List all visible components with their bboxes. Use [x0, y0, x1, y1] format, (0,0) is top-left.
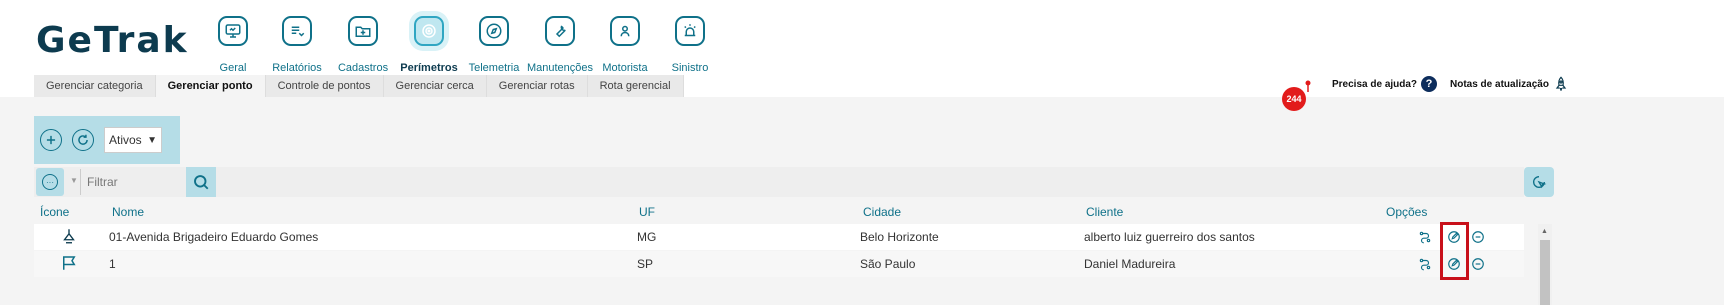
column-header-uf[interactable]: UF	[639, 205, 655, 219]
nav-label: Manutenções	[526, 62, 594, 74]
nav-item-perimetros[interactable]: Perímetros	[400, 16, 458, 74]
notification-badge[interactable]: 244	[1282, 87, 1306, 111]
nav-label: Geral	[219, 62, 247, 74]
chevron-down-icon: ▼	[147, 134, 157, 146]
help-label: Precisa de ajuda?	[1332, 78, 1418, 90]
table-row[interactable]: 1 SP São Paulo Daniel Madureira	[34, 251, 1524, 277]
more-icon: ···	[42, 174, 58, 190]
column-header-city[interactable]: Cidade	[863, 205, 901, 219]
status-select-value: Ativos	[109, 133, 142, 147]
question-icon: ?	[1421, 76, 1438, 92]
cell-uf: SP	[637, 257, 654, 271]
cell-city: São Paulo	[860, 257, 916, 271]
add-button[interactable]	[40, 129, 62, 151]
nav-item-relatorios[interactable]: Relatórios	[272, 16, 322, 74]
plus-icon	[46, 135, 56, 145]
cell-name: 01-Avenida Brigadeiro Eduardo Gomes	[109, 230, 319, 244]
nav-label: Relatórios	[272, 62, 322, 74]
flag-icon	[63, 256, 76, 270]
nav-label: Telemetria	[468, 62, 520, 74]
refresh-icon	[78, 134, 88, 145]
nav-item-sinistro[interactable]: Sinistro	[671, 16, 709, 74]
filter-input[interactable]	[80, 169, 186, 195]
search-icon	[194, 175, 209, 190]
driver-icon	[610, 16, 640, 46]
link-point-button[interactable]	[1414, 253, 1436, 275]
tab-gerenciar-categoria[interactable]: Gerenciar categoria	[34, 75, 156, 97]
minus-circle-icon	[1472, 231, 1484, 243]
help-link[interactable]: Precisa de ajuda? ?	[1332, 76, 1438, 92]
refresh-button[interactable]	[72, 129, 94, 151]
cursor-reset-icon	[1533, 176, 1547, 189]
alarm-icon	[675, 16, 705, 46]
filter-bar: ··· ▼	[34, 167, 1524, 197]
pin-icon	[1305, 80, 1311, 92]
status-select[interactable]: Ativos ▼	[104, 127, 162, 153]
folder-add-icon	[348, 16, 378, 46]
deactivate-button[interactable]	[1467, 226, 1489, 248]
table-scrollbar[interactable]: ▲	[1538, 224, 1552, 305]
caret-down-icon[interactable]: ▼	[70, 176, 78, 185]
getrak-logo[interactable]: GeTrak	[36, 20, 189, 61]
minus-circle-icon	[1472, 258, 1484, 270]
updates-label: Notas de atualização	[1450, 78, 1549, 90]
tab-gerenciar-rotas[interactable]: Gerenciar rotas	[486, 75, 588, 97]
tab-rota-gerencial[interactable]: Rota gerencial	[587, 75, 684, 97]
route-icon	[1419, 258, 1431, 271]
rocket-icon	[1555, 76, 1567, 91]
tab-gerenciar-cerca[interactable]: Gerenciar cerca	[383, 75, 487, 97]
compass-icon	[479, 16, 509, 46]
nav-item-geral[interactable]: Geral	[216, 16, 250, 74]
nav-label: Cadastros	[337, 62, 389, 74]
nav-label: Sinistro	[671, 62, 709, 74]
deactivate-button[interactable]	[1467, 253, 1489, 275]
tab-gerenciar-ponto[interactable]: Gerenciar ponto	[155, 75, 266, 97]
column-header-name[interactable]: Nome	[112, 205, 144, 219]
nav-label: Perímetros	[400, 62, 458, 74]
sub-tabs: Gerenciar categoria Gerenciar ponto Cont…	[34, 75, 684, 97]
scrollbar-thumb[interactable]	[1540, 240, 1550, 305]
monitor-icon	[218, 16, 248, 46]
table-header: Ícone Nome UF Cidade Cliente Opções	[34, 201, 1554, 223]
column-header-options: Opções	[1386, 205, 1428, 219]
updates-link[interactable]: Notas de atualização	[1450, 76, 1569, 92]
cell-client: alberto luiz guerreiro dos santos	[1084, 230, 1255, 244]
cell-client: Daniel Madureira	[1084, 257, 1176, 271]
table-row[interactable]: 01-Avenida Brigadeiro Eduardo Gomes MG B…	[34, 224, 1524, 250]
cell-name: 1	[109, 257, 116, 271]
tab-controle-de-pontos[interactable]: Controle de pontos	[265, 75, 384, 97]
link-point-button[interactable]	[1414, 226, 1436, 248]
search-button[interactable]	[186, 167, 216, 197]
report-icon	[282, 16, 312, 46]
scroll-up-icon[interactable]: ▲	[1541, 228, 1548, 235]
route-icon	[1419, 231, 1431, 244]
cell-city: Belo Horizonte	[860, 230, 939, 244]
edit-column-highlight	[1440, 222, 1469, 280]
pin-icon	[63, 229, 75, 244]
column-header-icon[interactable]: Ícone	[40, 205, 69, 219]
nav-item-cadastros[interactable]: Cadastros	[338, 16, 388, 74]
wrench-icon	[545, 16, 575, 46]
filter-options-button[interactable]: ···	[36, 168, 64, 196]
target-icon	[414, 16, 444, 46]
action-toolbar: Ativos ▼	[34, 116, 180, 164]
nav-item-telemetria[interactable]: Telemetria	[469, 16, 519, 74]
clear-filter-button[interactable]	[1524, 167, 1554, 197]
column-header-client[interactable]: Cliente	[1086, 205, 1123, 219]
nav-label: Motorista	[602, 62, 648, 74]
nav-item-manutencoes[interactable]: Manutenções	[527, 16, 593, 74]
nav-item-motorista[interactable]: Motorista	[602, 16, 648, 74]
cell-uf: MG	[637, 230, 657, 244]
